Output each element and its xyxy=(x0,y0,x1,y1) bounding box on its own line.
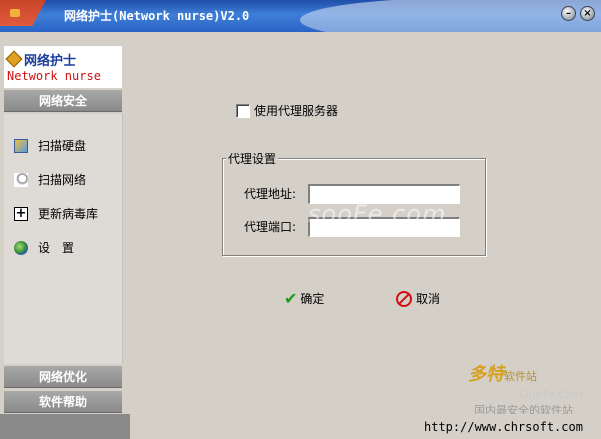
cancel-icon xyxy=(396,290,412,307)
site-brand-en: DuoTe.Com xyxy=(520,388,583,401)
menu-item-scan-disk[interactable]: 扫描硬盘 xyxy=(14,137,86,155)
proxy-port-label: 代理端口: xyxy=(244,220,297,234)
section-network-optimize[interactable]: 网络优化 xyxy=(4,366,122,388)
menu-item-label: 扫描网络 xyxy=(38,173,87,187)
status-bar: http://www.chrsoft.com xyxy=(0,414,601,439)
section-network-security[interactable]: 网络安全 xyxy=(4,90,122,112)
watermark: sooFe.com xyxy=(308,200,447,228)
proxy-address-label: 代理地址: xyxy=(244,187,297,201)
nurse-cube-icon xyxy=(5,50,23,68)
globe-icon xyxy=(14,240,28,255)
menu-item-update-virus-db[interactable]: + 更新病毒库 xyxy=(14,205,98,223)
status-url[interactable]: http://www.chrsoft.com xyxy=(424,420,583,434)
proxy-settings-title: 代理设置 xyxy=(226,150,279,167)
title-decoration xyxy=(300,0,601,32)
menu-item-label: 更新病毒库 xyxy=(38,207,99,221)
logo-cn: 网络护士 xyxy=(24,54,77,69)
title-bar: 网络护士(Network nurse)V2.0 – × xyxy=(0,0,601,32)
menu-item-label: 扫描硬盘 xyxy=(38,139,87,153)
app-icon xyxy=(0,0,46,26)
sidebar: 网络护士 Network nurse 网络安全 扫描硬盘 扫描网络 + 更新病毒库… xyxy=(4,46,123,414)
checkmark-icon: ✔ xyxy=(284,288,298,308)
use-proxy-row[interactable]: 使用代理服务器 xyxy=(236,102,338,119)
app-logo: 网络护士 Network nurse xyxy=(4,46,122,88)
status-left-panel xyxy=(0,414,130,439)
site-brand-small: 软件站 xyxy=(504,370,537,383)
minimize-button[interactable]: – xyxy=(561,6,576,21)
menu-network-security: 扫描硬盘 扫描网络 + 更新病毒库 设 置 xyxy=(4,114,123,364)
site-brand-big: 多特 xyxy=(468,364,504,385)
cancel-label: 取消 xyxy=(416,292,441,306)
ok-label: 确定 xyxy=(300,292,325,306)
menu-item-label: 设 置 xyxy=(38,241,75,255)
menu-item-settings[interactable]: 设 置 xyxy=(14,239,74,257)
disk-scan-icon xyxy=(14,138,28,153)
logo-en: Network nurse xyxy=(7,69,101,83)
magnifier-icon xyxy=(14,172,28,187)
use-proxy-label: 使用代理服务器 xyxy=(254,104,339,118)
ok-button[interactable]: ✔ 确定 xyxy=(284,288,325,308)
window-title: 网络护士(Network nurse)V2.0 xyxy=(64,9,250,23)
cancel-button[interactable]: 取消 xyxy=(396,290,440,308)
site-logo: 多特软件站 xyxy=(468,360,537,386)
close-button[interactable]: × xyxy=(580,6,595,21)
use-proxy-checkbox[interactable] xyxy=(236,103,250,118)
plus-icon: + xyxy=(14,205,28,221)
menu-item-scan-network[interactable]: 扫描网络 xyxy=(14,171,86,189)
section-software-help[interactable]: 软件帮助 xyxy=(4,391,122,413)
